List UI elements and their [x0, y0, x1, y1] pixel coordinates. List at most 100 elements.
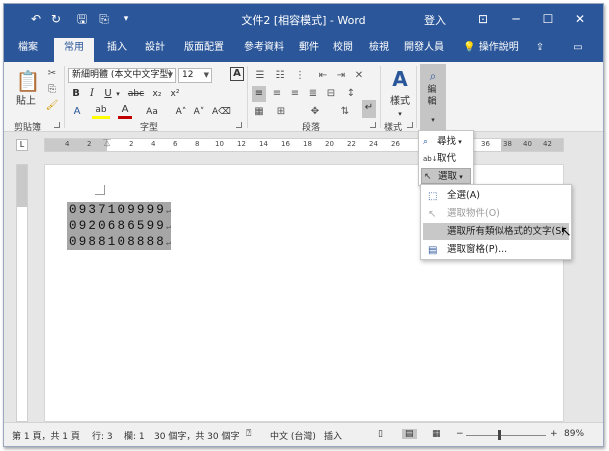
char-border-button[interactable]: A	[230, 67, 244, 81]
page-count[interactable]: 第 1 頁，共 1 頁	[12, 429, 80, 442]
tab-file[interactable]: 檔案	[8, 41, 48, 62]
tab-selector-icon[interactable]: L	[16, 139, 28, 151]
copy-icon[interactable]: ⎘	[44, 82, 60, 98]
paste-icon[interactable]: 📋	[14, 66, 42, 96]
superscript-button[interactable]: x²	[168, 86, 182, 102]
show-marks-icon[interactable]: ↵	[362, 100, 376, 118]
share-icon[interactable]: ⇪	[532, 41, 548, 62]
tab-layout[interactable]: 版面配置	[176, 41, 232, 62]
strikethrough-button[interactable]: abc	[126, 86, 146, 102]
align-left-icon[interactable]: ≡	[252, 86, 266, 102]
selection-pane-item[interactable]: ▤ 選取窗格(P)...	[423, 241, 569, 258]
multilevel-list-icon[interactable]: ⋮	[292, 68, 308, 84]
asian-layout-icon[interactable]: ✥	[308, 104, 322, 120]
highlight-button[interactable]: ab	[92, 104, 110, 119]
login-link[interactable]: 登入	[424, 12, 446, 28]
select-objects-label: 選取物件(O)	[447, 208, 500, 219]
font-color-button[interactable]: A	[118, 104, 132, 119]
document-line[interactable]: 0920686599↵	[67, 218, 171, 234]
tab-review[interactable]: 校閱	[328, 41, 358, 62]
tab-references[interactable]: 參考資料	[236, 41, 292, 62]
maximize-button[interactable]: ☐	[538, 9, 558, 29]
document-line[interactable]: 0988108888↵	[67, 234, 171, 250]
insert-mode[interactable]: 插入	[324, 429, 342, 442]
bold-button[interactable]: B	[70, 86, 82, 102]
font-name-combo[interactable]: 新細明體 (本文中文字型) ▼	[68, 68, 176, 83]
group-divider	[380, 66, 381, 128]
select-all-item[interactable]: ⬚ 全選(A)	[423, 187, 569, 204]
styles-icon[interactable]: A	[388, 66, 412, 92]
align-right-icon[interactable]: ≡	[288, 86, 302, 102]
line-spacing-icon[interactable]: ↕	[344, 86, 358, 102]
grow-font-button[interactable]: A˄	[174, 104, 188, 120]
title-bar: ↶ ↻ 🖫 ⎘ ▾ 文件2 [相容模式] - Word 登入 ⊡ ─ ☐ ✕	[4, 4, 603, 34]
zoom-slider[interactable]	[466, 435, 546, 436]
replace-item[interactable]: ab↓ 取代	[421, 151, 471, 167]
numbering-icon[interactable]: ☷	[272, 68, 288, 84]
tab-design[interactable]: 設計	[138, 41, 172, 62]
read-mode-icon[interactable]: ▯	[378, 429, 383, 439]
chinese-layout-icon[interactable]: ✕	[352, 68, 366, 84]
word-count[interactable]: 30 個字，共 30 個字	[154, 429, 240, 442]
close-button[interactable]: ✕	[570, 9, 590, 29]
font-size-combo[interactable]: 12 ▼	[178, 68, 212, 83]
ribbon-display-icon[interactable]: ⊡	[473, 9, 493, 29]
web-layout-icon[interactable]: ▦	[432, 429, 441, 439]
select-similar-formatting-item[interactable]: 選取所有類似格式的文字(S)	[423, 223, 569, 240]
find-item[interactable]: ⌕ 尋找 ▾	[421, 134, 471, 150]
vertical-ruler[interactable]	[16, 164, 28, 422]
zoom-in-icon[interactable]: +	[550, 429, 558, 439]
indent-marker-icon[interactable]: ⏄	[103, 138, 111, 149]
proofing-icon[interactable]: ⍰	[246, 429, 251, 439]
paragraph-mark-icon: ↵	[166, 207, 171, 216]
justify-icon[interactable]: ≣	[306, 86, 320, 102]
decrease-indent-icon[interactable]: ⇤	[316, 68, 330, 84]
zoom-out-icon[interactable]: −	[456, 429, 464, 439]
text-effects-icon[interactable]: A	[70, 104, 84, 120]
tab-insert[interactable]: 插入	[100, 41, 134, 62]
ruler-number: 24	[369, 140, 378, 148]
ribbon-tabs: 檔案 常用 插入 設計 版面配置 參考資料 郵件 校閱 檢視 開發人員 💡 操作…	[4, 34, 603, 62]
document-line[interactable]: 0937109999↵	[67, 202, 171, 218]
select-item[interactable]: ↖ 選取 ▾	[421, 168, 471, 184]
language-indicator[interactable]: 中文 (台灣)	[270, 429, 316, 442]
subscript-button[interactable]: x₂	[150, 86, 164, 102]
tab-developer[interactable]: 開發人員	[400, 41, 448, 62]
minimize-button[interactable]: ─	[506, 9, 526, 29]
cursor-icon: ↖	[424, 172, 432, 182]
paragraph-launcher-icon[interactable]	[370, 122, 376, 128]
print-layout-icon[interactable]: ▤	[402, 429, 417, 439]
editing-button[interactable]: ⌕ 編輯 ▾	[420, 64, 446, 130]
underline-button[interactable]: U	[102, 86, 114, 102]
shading-icon[interactable]: ▦	[252, 104, 266, 120]
comment-icon[interactable]: ▭	[570, 41, 586, 62]
tab-mailings[interactable]: 郵件	[294, 41, 324, 62]
align-center-icon[interactable]: ≡	[270, 86, 284, 102]
distributed-icon[interactable]: ⊟	[324, 86, 338, 102]
tab-home[interactable]: 常用	[54, 38, 94, 62]
editing-dropdown: ⌕ 尋找 ▾ ab↓ 取代 ↖ 選取 ▾	[418, 130, 474, 186]
clear-format-icon[interactable]: A⌫	[212, 104, 231, 120]
styles-launcher-icon[interactable]	[407, 122, 413, 128]
clipboard-launcher-icon[interactable]	[54, 122, 60, 128]
borders-icon[interactable]: ⊞	[274, 104, 288, 120]
cut-icon[interactable]: ✂	[44, 66, 60, 82]
tab-view[interactable]: 檢視	[364, 41, 394, 62]
italic-button[interactable]: I	[86, 86, 98, 102]
zoom-level[interactable]: 89%	[564, 429, 584, 439]
tell-me-box[interactable]: 💡 操作說明	[460, 41, 522, 62]
line-text: 0937109999	[69, 203, 167, 217]
shrink-font-button[interactable]: A˅	[192, 104, 206, 120]
bullets-icon[interactable]: ☰	[252, 68, 268, 84]
horizontal-ruler[interactable]: 4 2 2 4 6 8 10 12 14 16 18 20 22 24 26 3…	[44, 138, 564, 152]
increase-indent-icon[interactable]: ⇥	[334, 68, 348, 84]
change-case-button[interactable]: Aa	[142, 104, 162, 120]
font-launcher-icon[interactable]	[236, 122, 242, 128]
select-objects-item[interactable]: ↖ 選取物件(O)	[423, 205, 569, 222]
sort-icon[interactable]: ⇅	[338, 104, 352, 120]
zoom-slider-thumb[interactable]	[498, 430, 501, 440]
chevron-down-icon[interactable]: ▾	[114, 86, 122, 102]
format-painter-icon[interactable]: 🖌	[44, 98, 60, 114]
ruler-number: 40	[523, 140, 532, 148]
paste-button[interactable]: 貼上	[14, 94, 38, 110]
